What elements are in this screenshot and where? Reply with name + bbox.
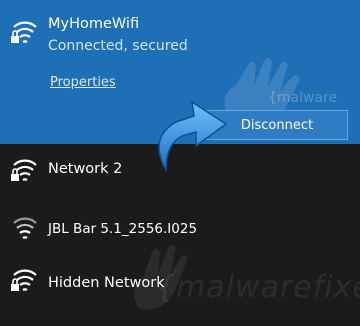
network-name: Network 2 bbox=[48, 161, 123, 177]
network-status: Connected, secured bbox=[48, 38, 188, 54]
watermark-text: {malwarefixes} bbox=[156, 270, 360, 305]
network-name: JBL Bar 5.1_2556.I025 bbox=[48, 221, 198, 237]
properties-link[interactable]: Properties bbox=[50, 75, 116, 90]
wifi-network-list: MyHomeWifi Connected, secured Properties… bbox=[0, 0, 360, 326]
wifi-secured-icon bbox=[10, 266, 38, 296]
wifi-secured-icon bbox=[10, 18, 38, 48]
network-name: MyHomeWifi bbox=[48, 16, 140, 32]
wifi-secured-icon bbox=[10, 156, 38, 186]
network-item[interactable]: Network 2 bbox=[0, 144, 360, 202]
wifi-open-icon bbox=[10, 214, 38, 244]
watermark-text: {malware bbox=[268, 90, 338, 106]
